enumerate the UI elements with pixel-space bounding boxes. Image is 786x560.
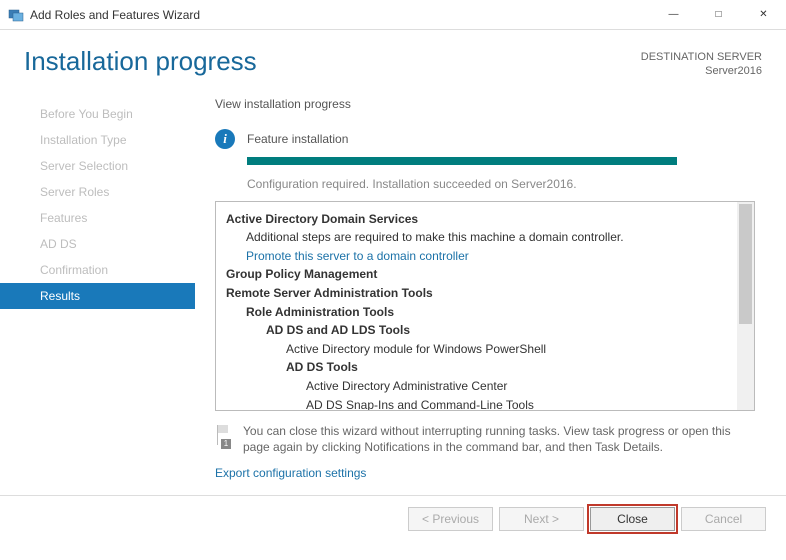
scrollbar[interactable] — [737, 202, 754, 410]
sidebar-item-installation-type: Installation Type — [0, 127, 195, 153]
header: Installation progress DESTINATION SERVER… — [0, 30, 786, 85]
result-line: AD DS and AD LDS Tools — [226, 321, 726, 340]
result-line: Active Directory module for Windows Powe… — [226, 340, 726, 359]
sidebar-item-results[interactable]: Results — [0, 283, 195, 309]
result-line: AD DS Tools — [226, 358, 726, 377]
previous-button: < Previous — [408, 507, 493, 531]
info-icon: i — [215, 129, 235, 149]
export-link[interactable]: Export configuration settings — [215, 466, 366, 480]
next-button: Next > — [499, 507, 584, 531]
destination-label: DESTINATION SERVER — [641, 50, 762, 64]
minimize-button[interactable]: — — [651, 0, 696, 29]
destination-value: Server2016 — [641, 64, 762, 78]
config-message: Configuration required. Installation suc… — [247, 177, 766, 191]
promote-link[interactable]: Promote this server to a domain controll… — [226, 247, 726, 266]
result-line: Additional steps are required to make th… — [226, 228, 726, 247]
maximize-button[interactable]: □ — [696, 0, 741, 29]
destination-server: DESTINATION SERVER Server2016 — [641, 46, 762, 79]
results-content: Active Directory Domain Services Additio… — [216, 202, 736, 411]
note-row: 1 You can close this wizard without inte… — [215, 423, 755, 457]
result-line: Active Directory Domain Services — [226, 210, 726, 229]
sidebar-item-confirmation: Confirmation — [0, 257, 195, 283]
sidebar: Before You Begin Installation Type Serve… — [0, 95, 195, 495]
footer: < Previous Next > Close Cancel — [0, 495, 786, 543]
status-line: i Feature installation — [215, 129, 766, 149]
result-line: Active Directory Administrative Center — [226, 377, 726, 396]
close-window-button[interactable]: ✕ — [741, 0, 786, 29]
scrollbar-thumb[interactable] — [739, 204, 752, 324]
result-line: Remote Server Administration Tools — [226, 284, 726, 303]
note-text: You can close this wizard without interr… — [243, 423, 755, 457]
window-title: Add Roles and Features Wizard — [30, 8, 651, 22]
sidebar-item-server-selection: Server Selection — [0, 153, 195, 179]
main-content: View installation progress i Feature ins… — [195, 95, 774, 495]
sidebar-item-before-you-begin: Before You Begin — [0, 101, 195, 127]
sidebar-item-server-roles: Server Roles — [0, 179, 195, 205]
body: Before You Begin Installation Type Serve… — [0, 85, 786, 495]
sidebar-item-ad-ds: AD DS — [0, 231, 195, 257]
server-manager-icon — [8, 7, 24, 23]
close-button[interactable]: Close — [590, 507, 675, 531]
page-title: Installation progress — [24, 46, 641, 77]
progress-bar — [247, 157, 677, 165]
main-heading: View installation progress — [215, 97, 766, 111]
window-controls: — □ ✕ — [651, 0, 786, 29]
status-text: Feature installation — [247, 132, 348, 146]
result-line: AD DS Snap-Ins and Command-Line Tools — [226, 396, 726, 411]
results-box: Active Directory Domain Services Additio… — [215, 201, 755, 411]
sidebar-item-features: Features — [0, 205, 195, 231]
flag-icon: 1 — [215, 425, 233, 447]
cancel-button: Cancel — [681, 507, 766, 531]
result-line: Group Policy Management — [226, 265, 726, 284]
titlebar: Add Roles and Features Wizard — □ ✕ — [0, 0, 786, 30]
result-line: Role Administration Tools — [226, 303, 726, 322]
